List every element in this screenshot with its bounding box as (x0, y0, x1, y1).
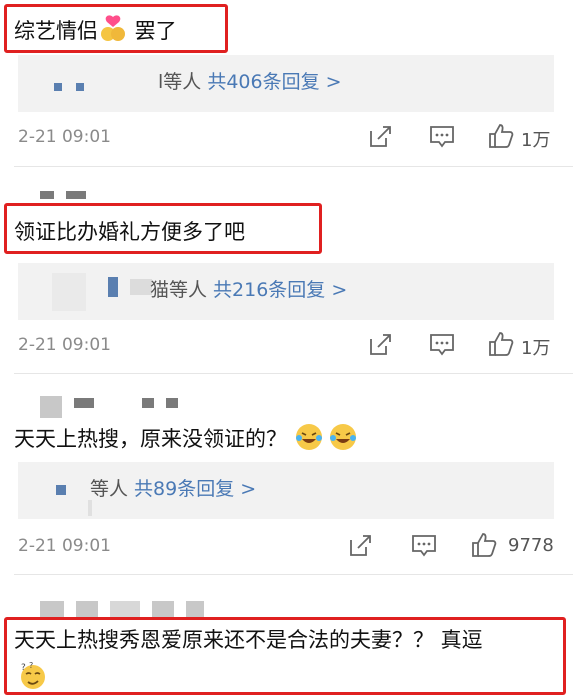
comment-item: 天天上热搜，原来没领证的？ 等人 共89条回复 > 2-21 09:01 977… (0, 374, 573, 574)
comment-time: 2-21 09:01 (18, 127, 111, 147)
svg-text:?: ? (21, 663, 26, 673)
comment-time: 2-21 09:01 (18, 335, 111, 355)
like-icon[interactable] (488, 331, 514, 357)
reply-count-link[interactable]: 共89条回复 > (134, 478, 256, 500)
comment-item: 领证比办婚礼方便多了吧 猫等人 共216条回复 > 2-21 09:01 1万 (0, 167, 573, 373)
comment-text-main: 天天上热搜，原来没领证的？ (14, 427, 287, 451)
like-count: 9778 (508, 535, 554, 556)
reply-preview[interactable]: 猫等人 共216条回复 > (18, 263, 554, 320)
svg-text:?: ? (29, 661, 33, 670)
comment-text-main: 综艺情侣 (14, 19, 98, 43)
comment-time: 2-21 09:01 (18, 536, 111, 556)
like-icon[interactable] (471, 532, 497, 558)
comment-icon[interactable] (429, 331, 455, 357)
reply-count-link[interactable]: 共216条回复 > (213, 279, 347, 301)
comment-item: 天天上热搜秀恩爱原来还不是合法的夫妻？？ 真逗 ? ? (0, 575, 573, 698)
comment-text: 天天上热搜，原来没领证的？ (14, 422, 358, 452)
reply-preview-text: 猫等人 共216条回复 > (150, 279, 348, 301)
comment-meta: 2-21 09:01 9778 (18, 532, 558, 562)
reply-preview[interactable]: l等人 共406条回复 > (18, 55, 554, 112)
like-icon[interactable] (488, 123, 514, 149)
reply-preview-text: 等人 共89条回复 > (90, 478, 257, 500)
like-count: 1万 (521, 130, 551, 151)
comment-meta: 2-21 09:01 1万 (18, 331, 558, 361)
share-icon[interactable] (368, 331, 394, 357)
comment-icon[interactable] (411, 532, 437, 558)
reply-preview-text: l等人 共406条回复 > (158, 71, 342, 93)
comment-text: 综艺情侣 罢了 (14, 14, 177, 44)
comment-text-tail: 罢了 (128, 19, 177, 43)
like-count: 1万 (521, 338, 551, 359)
share-icon[interactable] (348, 532, 374, 558)
couple-heart-emoji (98, 14, 128, 44)
thinking-face-emoji: ? ? (18, 661, 48, 691)
comment-meta: 2-21 09:01 1万 (18, 123, 558, 153)
comment-text: 领证比办婚礼方便多了吧 (14, 220, 245, 244)
reply-preview[interactable]: 等人 共89条回复 > (18, 462, 554, 519)
reply-count-link[interactable]: 共406条回复 > (207, 71, 341, 93)
laughing-crying-emoji (294, 422, 324, 452)
laughing-crying-emoji (328, 422, 358, 452)
comment-text: 天天上热搜秀恩爱原来还不是合法的夫妻？？ 真逗 (14, 628, 483, 652)
share-icon[interactable] (368, 123, 394, 149)
comment-icon[interactable] (429, 123, 455, 149)
comment-item: 综艺情侣 罢了 l等人 共406条回复 > 2-21 09:01 1万 (0, 0, 573, 165)
